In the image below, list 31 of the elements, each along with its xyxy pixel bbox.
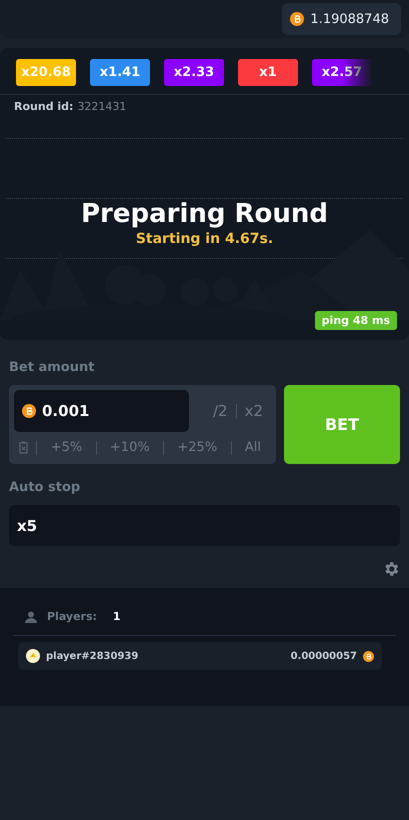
avatar-icon <box>26 649 40 663</box>
bet-button[interactable]: BET <box>284 385 400 464</box>
countdown-text: Starting in 4.67s. <box>136 231 274 247</box>
quick-amount-button[interactable]: +25% <box>171 440 224 455</box>
quick-amount-button[interactable]: +10% <box>104 440 156 455</box>
multiplier-badge: x1 <box>238 59 298 86</box>
halve-button[interactable]: /2 <box>204 402 236 420</box>
quick-amount-button[interactable]: +5% <box>44 440 88 455</box>
player-amount: 0.00000057 <box>290 650 357 662</box>
multiplier-badge: x2.33 <box>164 59 224 86</box>
user-icon <box>25 610 37 622</box>
coin-icon <box>22 404 36 418</box>
multiplier-badge: x1.41 <box>90 59 150 86</box>
players-label: Players: <box>47 610 97 623</box>
balance-amount: 1.19088748 <box>310 12 389 26</box>
bet-amount-label: Bet amount <box>9 360 96 375</box>
coin-icon <box>290 12 304 26</box>
multiplier-badge: x20.68 <box>16 59 76 86</box>
player-name: player#2830939 <box>46 650 140 662</box>
players-count: 1 <box>112 610 121 623</box>
coin-icon <box>363 650 374 662</box>
round-status-title: Preparing Round <box>80 199 328 229</box>
round-label: Round id: <box>14 100 74 113</box>
auto-stop-label: Auto stop <box>9 480 82 495</box>
ping-indicator: ping 48 ms <box>314 311 397 330</box>
round-id: 3221431 <box>77 100 126 113</box>
bet-amount-field[interactable]: 0.001 <box>14 390 189 432</box>
auto-stop-field[interactable]: x5 <box>9 505 400 546</box>
double-button[interactable]: x2 <box>236 402 271 420</box>
balance-display[interactable]: 1.19088748 <box>282 3 401 35</box>
quick-amount-button[interactable]: All <box>238 440 267 455</box>
